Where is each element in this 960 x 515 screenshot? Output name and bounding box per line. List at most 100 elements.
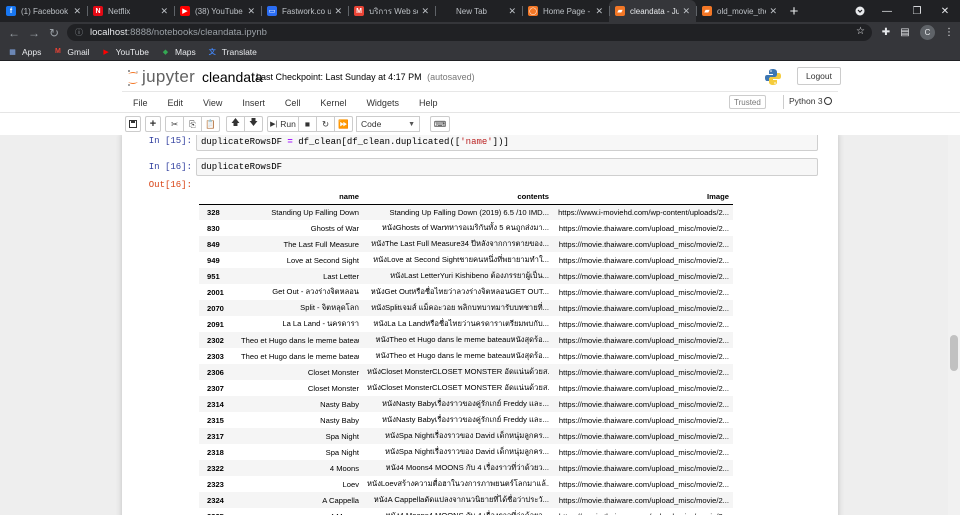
paste-icon[interactable]: 📋 [201,116,220,132]
vertical-scrollbar[interactable] [948,135,960,515]
profile-avatar[interactable]: C [920,25,935,40]
move-down-icon[interactable]: 🡇 [244,116,263,132]
move-up-icon[interactable]: 🡅 [226,116,245,132]
code-cell-15[interactable]: duplicateRowsDF = df_clean[df_clean.dupl… [196,135,818,151]
tab-title: New Tab [456,6,487,16]
browser-tab[interactable]: ▰ old_movie_the ✕ [696,0,783,22]
table-row: 2306 Closet Monster หนังCloset MonsterCLOS… [199,364,733,380]
save-icon[interactable] [125,116,141,132]
table-row: 949 Love at Second Sight หนังLove at Secon… [199,252,733,268]
maximize-icon[interactable]: ❐ [902,0,932,22]
table-cell: หนังGhosts of Warทหารอเมริกันทั้ง 5 คนถู… [363,220,553,236]
bookmark-item[interactable]: M Gmail [53,47,90,57]
close-tab-icon[interactable]: ✕ [334,6,342,17]
restart-icon[interactable]: ↻ [316,116,335,132]
menu-item[interactable]: Insert [231,98,274,108]
table-row: 2314 Nasty Baby หนังNasty Babyเรื่องราวของ… [199,396,733,412]
menu-item[interactable]: View [192,98,231,108]
menu-item[interactable]: Widgets [355,98,408,108]
extensions-icon[interactable]: ✚ [877,22,895,43]
bookmark-item[interactable]: 文 Translate [208,47,257,57]
close-tab-icon[interactable]: ✕ [508,6,516,17]
command-palette-icon[interactable]: ⌨ [430,116,450,132]
table-cell: https://movie.thaiware.com/upload_misc/m… [553,492,733,508]
kernel-name[interactable]: Python 3 [789,96,823,106]
bookmark-item[interactable]: ◆ Maps [161,47,196,57]
notebook-container[interactable]: In [15]: duplicateRowsDF = df_clean[df_c… [0,135,948,515]
output-prompt: Out[16]: [148,180,192,190]
table-row: 2001 Get Out - ลวงร่างจิตหลอน หนังGet Outห… [199,284,733,300]
table-row: 2317 Spa Night หนังSpa Nightเรื่องราวของ D… [199,428,733,444]
bookmark-item[interactable]: ▶ YouTube [102,47,149,57]
bookmark-item[interactable]: ▦ Apps [8,47,41,57]
scrollbar-thumb[interactable] [950,335,958,371]
browser-tab[interactable]: New Tab ✕ [435,0,522,22]
close-tab-icon[interactable]: ✕ [595,6,603,17]
cell-text: Love at Second Sight [286,255,359,265]
copy-icon[interactable]: ⎘ [183,116,202,132]
logout-button[interactable]: Logout [797,67,841,85]
close-tab-icon[interactable]: ✕ [247,6,255,17]
trusted-indicator[interactable]: Trusted [729,95,766,109]
notebook-name[interactable]: cleandata [202,69,263,85]
cell-text: หนังA Cappellaดัดแปลงจากนวนิยายที่ได้ชื่… [373,495,549,504]
reading-list-icon[interactable]: ▤ [896,22,914,43]
browser-tab[interactable]: f (1) Facebook ✕ [0,0,87,22]
jupyter-logo[interactable]: jupyter [127,67,195,87]
browser-tab[interactable]: ◯ Home Page - S ✕ [522,0,609,22]
table-cell: หนังCloset MonsterCLOSET MONSTER อัดแน่น… [363,364,553,380]
cell-text: Loev [342,479,359,489]
close-tab-icon[interactable]: ✕ [769,6,777,17]
youtube-icon: ▶ [180,6,190,16]
cell-type-select[interactable]: Code ▼ [356,116,420,132]
row-index: 2070 [207,303,224,313]
code-cell-16[interactable]: duplicateRowsDF [196,158,818,176]
back-icon[interactable]: ← [4,22,24,43]
browser-tab[interactable]: ▶ (38) YouTube ✕ [174,0,261,22]
menu-item[interactable]: Cell [274,98,310,108]
cell-text: หนัง4 Moons4 MOONS กับ 4 เรื่องราวที่ว่า… [367,510,549,515]
cell-text: หนังNasty Babyเรื่องราวของคู่รักเกย์ Fre… [382,399,549,408]
dataframe-table: name contents Image 328 Standing Up Falli… [199,189,733,515]
browser-tab[interactable]: ▭ Fastwork.co u ✕ [261,0,348,22]
table-cell: หนังSpa Nightเรื่องราวของ David เด็กหนุ่… [363,444,553,460]
close-tab-icon[interactable]: ✕ [160,6,168,17]
new-tab-button[interactable]: + [783,0,805,22]
interrupt-icon[interactable]: ■ [298,116,317,132]
menu-item[interactable]: Help [408,98,447,108]
cell-text: Split - จิตหลุดโลก [300,303,359,312]
table-cell: Standing Up Falling Down [237,204,363,220]
cell-text: https://movie.thaiware.com/upload_misc/m… [558,479,729,489]
column-header: contents [363,189,553,205]
menu-item[interactable]: Edit [157,98,193,108]
tab-search-icon[interactable] [845,0,875,22]
insert-cell-icon[interactable]: + [145,116,161,132]
cell-text: https://movie.thaiware.com/upload_misc/m… [558,303,729,313]
close-window-icon[interactable]: ✕ [930,0,960,22]
address-bar[interactable]: ⓘ localhost:8888/notebooks/cleandata.ipy… [67,24,872,41]
close-tab-icon[interactable]: ✕ [682,6,690,17]
cell-text: 4 Moons [329,463,359,473]
menu-item[interactable]: File [122,98,157,108]
close-tab-icon[interactable]: ✕ [421,6,429,17]
cut-icon[interactable]: ✂ [165,116,184,132]
bookmark-label: Maps [174,46,196,57]
run-button[interactable]: ▶| Run [267,116,299,132]
browser-tab[interactable]: ▰ cleandata - Ju ✕ [609,0,696,22]
bookmark-star-icon[interactable]: ☆ [856,26,865,37]
info-icon[interactable]: ⓘ [75,27,83,38]
chrome-menu-icon[interactable]: ⋮ [940,22,958,43]
forward-icon[interactable]: → [24,22,44,43]
restart-run-all-icon[interactable]: ⏩ [334,116,353,132]
browser-tab[interactable]: M บริการ Web sc ✕ [348,0,435,22]
reload-icon[interactable]: ↻ [44,22,64,43]
table-row: 2091 La La Land - นครดารา หนังLa La Landหร… [199,316,733,332]
minimize-icon[interactable]: — [872,0,902,22]
code-text: ])] [492,137,509,147]
table-cell: https://movie.thaiware.com/upload_misc/m… [553,476,733,492]
table-cell: Loev [237,476,363,492]
browser-tab[interactable]: N Netflix ✕ [87,0,174,22]
close-tab-icon[interactable]: ✕ [73,6,81,17]
menu-item[interactable]: Kernel [309,98,355,108]
python-logo-icon [764,68,782,91]
